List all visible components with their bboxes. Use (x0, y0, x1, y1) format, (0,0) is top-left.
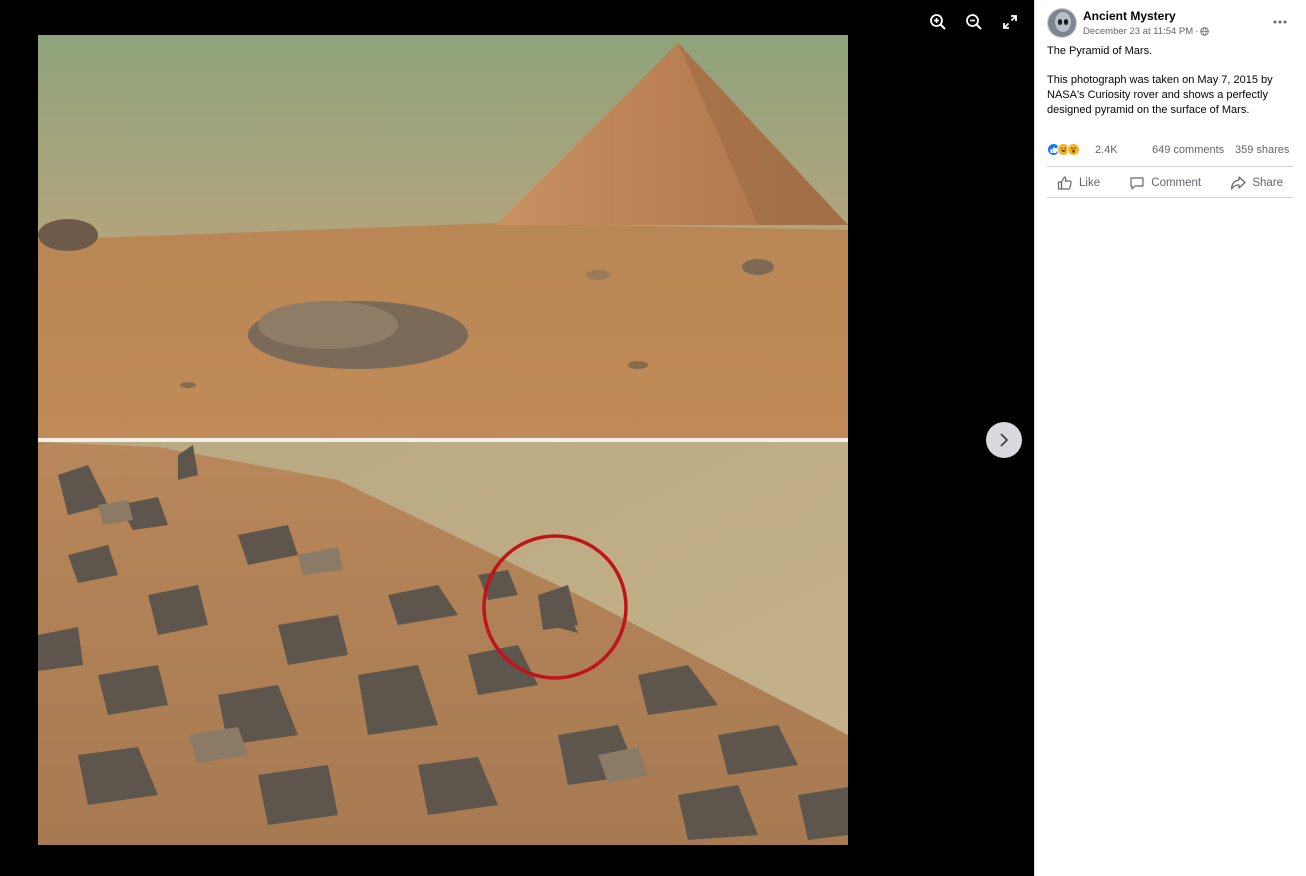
zoom-in-icon (930, 14, 946, 30)
like-button[interactable]: Like (1047, 171, 1110, 195)
post-title-line: The Pyramid of Mars. (1047, 45, 1153, 57)
reaction-count[interactable]: 2.4K (1095, 144, 1118, 156)
divider (1047, 166, 1293, 167)
meta-separator: · (1195, 26, 1199, 37)
fullscreen-button[interactable] (998, 10, 1022, 34)
wow-icon (1067, 143, 1080, 156)
zoom-out-icon (966, 14, 982, 30)
comment-button[interactable]: Comment (1119, 171, 1211, 195)
like-label: Like (1079, 177, 1101, 189)
fullscreen-icon (1003, 15, 1017, 29)
comment-icon (1130, 177, 1144, 190)
next-photo-button[interactable] (986, 422, 1022, 458)
globe-icon (1200, 27, 1210, 36)
comment-label: Comment (1151, 177, 1202, 189)
post-meta: December 23 at 11:54 PM · (1083, 26, 1210, 37)
shares-count[interactable]: 359 shares (1235, 144, 1289, 156)
comments-count[interactable]: 649 comments (1152, 144, 1224, 156)
avatar[interactable] (1047, 8, 1077, 38)
share-icon (1231, 176, 1246, 190)
post-header: Ancient Mystery December 23 at 11:54 PM … (1047, 8, 1297, 40)
more-options-icon (1273, 20, 1287, 24)
author-name[interactable]: Ancient Mystery (1083, 9, 1176, 23)
post-options-button[interactable] (1271, 12, 1289, 32)
share-label: Share (1252, 177, 1283, 189)
engagement-stats: 2.4K 649 comments 359 shares (1047, 143, 1293, 159)
share-button[interactable]: Share (1220, 171, 1293, 195)
post-sidebar: Ancient Mystery December 23 at 11:54 PM … (1034, 0, 1306, 876)
post-actions: Like Comment Share (1047, 171, 1293, 195)
post-photo (38, 35, 848, 845)
divider (1047, 197, 1293, 198)
post-text: The Pyramid of Mars. This photograph was… (1047, 44, 1297, 132)
post-body: This photograph was taken on May 7, 2015… (1047, 74, 1273, 116)
thumbs-up-icon (1057, 176, 1072, 190)
zoom-out-button[interactable] (962, 10, 986, 34)
post-timestamp[interactable]: December 23 at 11:54 PM (1083, 26, 1193, 37)
zoom-in-button[interactable] (926, 10, 950, 34)
photo-viewer (0, 0, 1034, 876)
chevron-right-icon (1000, 433, 1009, 447)
reaction-icons[interactable] (1047, 143, 1080, 156)
viewer-toolbar (926, 10, 1022, 34)
